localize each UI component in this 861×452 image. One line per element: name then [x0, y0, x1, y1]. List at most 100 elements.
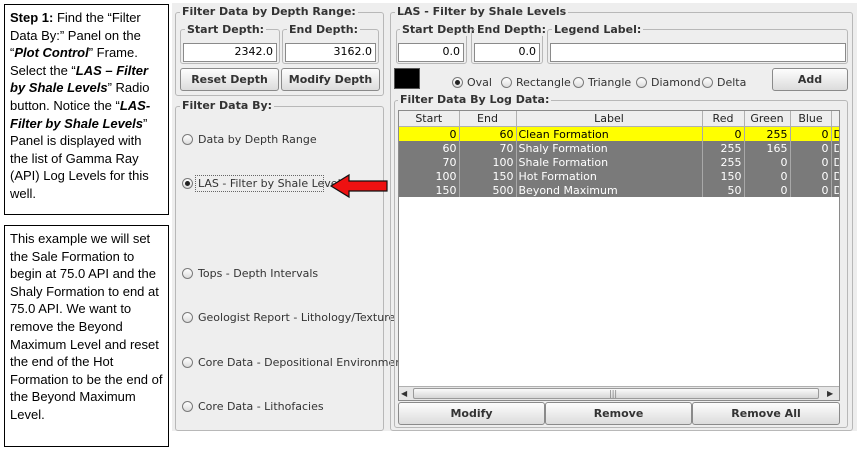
reset-depth-button[interactable]: Reset Depth: [180, 68, 279, 91]
cell-green: 165: [744, 141, 791, 155]
cell-red: 255: [702, 155, 745, 169]
cell-green: 255: [744, 126, 791, 141]
cell-label: Shaly Formation: [516, 141, 703, 155]
cell-start: 60: [399, 141, 460, 155]
cell-start: 150: [399, 183, 460, 197]
cell-extra: D: [831, 126, 839, 141]
shale-levels-title: LAS - Filter by Shale Levels: [395, 5, 569, 18]
cell-extra: D: [831, 183, 839, 197]
column-header-end[interactable]: End: [459, 111, 517, 127]
radio-geologist[interactable]: [182, 312, 193, 323]
cell-start: 100: [399, 169, 460, 183]
horizontal-scrollbar[interactable]: ◀ ||| ▶: [399, 386, 839, 400]
cell-end: 150: [459, 169, 517, 183]
scroll-grip-icon: |||: [609, 389, 618, 398]
add-button[interactable]: Add: [772, 68, 848, 91]
label-core-env[interactable]: Core Data - Depositional Environment: [198, 356, 407, 369]
cell-start: 70: [399, 155, 460, 169]
plot-control-text: Plot Control: [14, 45, 89, 61]
shale-start-label: Start Depth:: [400, 23, 482, 36]
label-depth-range[interactable]: Data by Depth Range: [198, 133, 317, 146]
cell-red: 255: [702, 141, 745, 155]
table-row[interactable]: 0 60 Clean Formation 0 255 0 D: [399, 126, 839, 141]
radio-delta[interactable]: [702, 77, 713, 88]
cell-blue: 0: [790, 141, 832, 155]
column-header-red[interactable]: Red: [702, 111, 745, 127]
shale-end-label: End Depth:: [475, 23, 549, 36]
log-data-table: Start End Label Red Green Blue 0 60 Clea…: [399, 111, 839, 197]
label-delta[interactable]: Delta: [717, 76, 746, 89]
column-header-blue[interactable]: Blue: [790, 111, 832, 127]
remove-button[interactable]: Remove: [545, 402, 692, 425]
remove-all-button[interactable]: Remove All: [692, 402, 840, 425]
filter-by-title: Filter Data By:: [180, 99, 275, 112]
example-note: This example we will set the Sale Format…: [4, 225, 169, 447]
start-depth-label: Start Depth:: [185, 23, 267, 36]
cell-label: Clean Formation: [516, 126, 703, 141]
cell-extra: D: [831, 141, 839, 155]
radio-tops[interactable]: [182, 268, 193, 279]
step1-prefix: Step 1:: [10, 10, 54, 25]
label-rectangle[interactable]: Rectangle: [516, 76, 571, 89]
label-oval[interactable]: Oval: [467, 76, 492, 89]
start-depth-input[interactable]: 2342.0: [183, 43, 277, 62]
radio-triangle[interactable]: [573, 77, 584, 88]
shale-start-input[interactable]: 0.0: [398, 43, 464, 62]
table-row[interactable]: 70 100 Shale Formation 255 0 0 D: [399, 155, 839, 169]
cell-end: 500: [459, 183, 517, 197]
label-diamond[interactable]: Diamond: [651, 76, 701, 89]
label-triangle[interactable]: Triangle: [588, 76, 631, 89]
radio-oval[interactable]: [452, 77, 463, 88]
column-header-extra[interactable]: [831, 111, 839, 127]
cell-label: Beyond Maximum: [516, 183, 703, 197]
cell-blue: 0: [790, 183, 832, 197]
radio-depth-range[interactable]: [182, 134, 193, 145]
cell-red: 0: [702, 126, 745, 141]
label-geologist[interactable]: Geologist Report - Lithology/Texture: [198, 311, 395, 324]
shale-end-input[interactable]: 0.0: [474, 43, 540, 62]
legend-label-title: Legend Label:: [552, 23, 644, 36]
log-data-title: Filter Data By Log Data:: [398, 93, 552, 106]
cell-green: 0: [744, 169, 791, 183]
radio-diamond[interactable]: [636, 77, 647, 88]
radio-las-shale[interactable]: [182, 178, 193, 189]
modify-depth-button[interactable]: Modify Depth: [281, 68, 380, 91]
cell-extra: D: [831, 169, 839, 183]
end-depth-input[interactable]: 3162.0: [285, 43, 376, 62]
cell-green: 0: [744, 183, 791, 197]
cell-red: 50: [702, 183, 745, 197]
end-depth-label: End Depth:: [287, 23, 361, 36]
cell-end: 100: [459, 155, 517, 169]
label-las-shale[interactable]: LAS - Filter by Shale Levels: [198, 177, 346, 190]
table-header-row: Start End Label Red Green Blue: [399, 111, 839, 127]
scroll-right-icon[interactable]: ▶: [827, 388, 837, 400]
table-row[interactable]: 60 70 Shaly Formation 255 165 0 D: [399, 141, 839, 155]
cell-green: 0: [744, 155, 791, 169]
legend-label-input[interactable]: [550, 43, 846, 62]
radio-core-litho[interactable]: [182, 401, 193, 412]
cell-label: Shale Formation: [516, 155, 703, 169]
color-swatch[interactable]: [394, 68, 420, 89]
cell-blue: 0: [790, 169, 832, 183]
cell-blue: 0: [790, 126, 832, 141]
table-row[interactable]: 150 500 Beyond Maximum 50 0 0 D: [399, 183, 839, 197]
scroll-left-icon[interactable]: ◀: [401, 388, 411, 400]
cell-blue: 0: [790, 155, 832, 169]
log-data-table-area: Start End Label Red Green Blue 0 60 Clea…: [398, 110, 840, 401]
table-row[interactable]: 100 150 Hot Formation 150 0 0 D: [399, 169, 839, 183]
cell-red: 150: [702, 169, 745, 183]
column-header-label[interactable]: Label: [516, 111, 703, 127]
label-core-litho[interactable]: Core Data - Lithofacies: [198, 400, 324, 413]
depth-range-title: Filter Data by Depth Range:: [180, 5, 358, 18]
cell-end: 60: [459, 126, 517, 141]
modify-button[interactable]: Modify: [398, 402, 545, 425]
red-pointer-arrow-icon: [329, 173, 388, 199]
radio-core-env[interactable]: [182, 357, 193, 368]
cell-end: 70: [459, 141, 517, 155]
step1-note: Step 1: Find the “Filter Data By:” Panel…: [4, 4, 169, 215]
column-header-start[interactable]: Start: [399, 111, 460, 127]
radio-rectangle[interactable]: [501, 77, 512, 88]
column-header-green[interactable]: Green: [744, 111, 791, 127]
label-tops[interactable]: Tops - Depth Intervals: [198, 267, 318, 280]
cell-start: 0: [399, 126, 460, 141]
